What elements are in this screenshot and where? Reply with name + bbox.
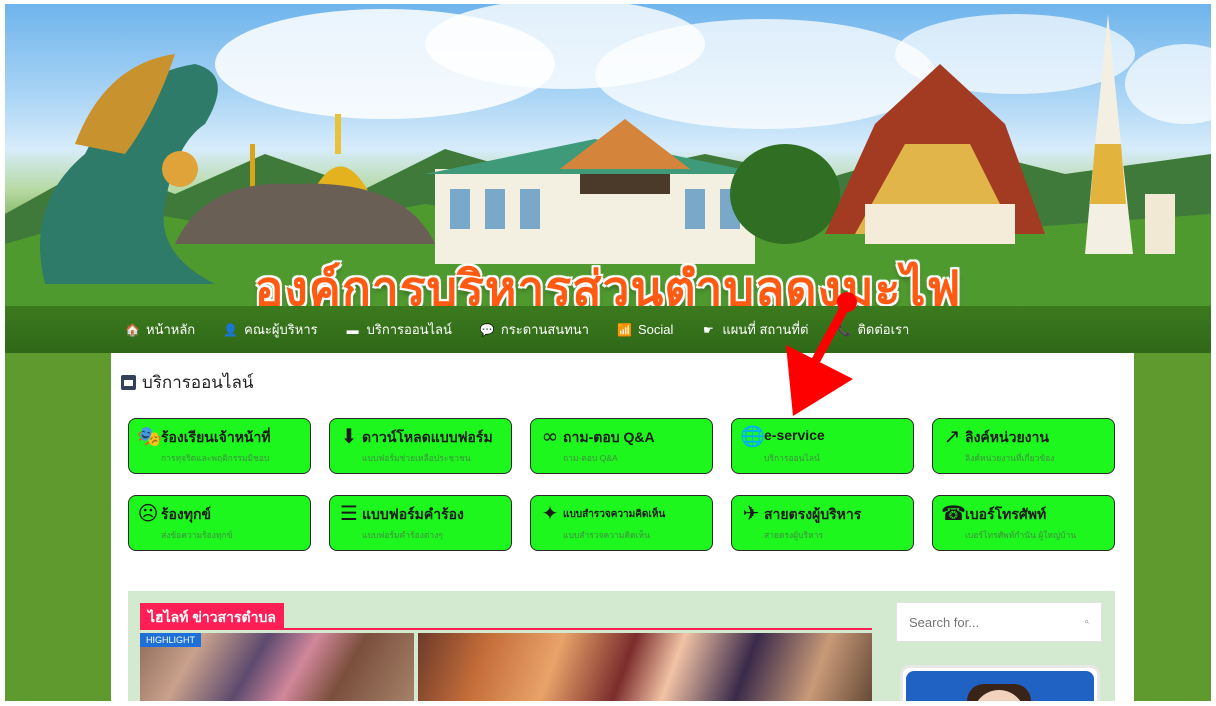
news-tab-underline xyxy=(140,628,872,630)
service-tile-download-forms[interactable]: ⬇ ดาวน์โหลดแบบฟอร์ม แบบฟอร์มช่วยเหลือประ… xyxy=(329,418,512,474)
list-icon: ☰ xyxy=(340,501,358,525)
tile-subtitle: ถาม-ตอบ Q&A xyxy=(563,453,618,463)
phone-square-icon: ☎ xyxy=(941,501,966,525)
news-photo-main[interactable] xyxy=(418,633,872,701)
tile-subtitle: แบบสำรวจความคิดเห็น xyxy=(563,530,650,540)
service-tile-grievance[interactable]: ☹ ร้องทุกข์ ส่งข้อความร้องทุกข์ xyxy=(128,495,311,551)
browser-viewport: องค์การบริหารส่วนตำบลดงมะไฟ 🏠 หน้าหลัก 👤… xyxy=(5,4,1211,701)
nav-item-social[interactable]: 📶 Social xyxy=(617,322,673,337)
rss-icon: 📶 xyxy=(616,322,632,337)
service-tile-qa[interactable]: ∞ ถาม-ตอบ Q&A ถาม-ตอบ Q&A xyxy=(530,418,713,474)
nav-item-label: Social xyxy=(637,322,674,337)
highlight-badge: HIGHLIGHT xyxy=(140,633,202,647)
calendar-check-icon xyxy=(121,375,136,390)
download-circle-icon: ⬇ xyxy=(340,424,358,448)
globe-icon: 🌐 xyxy=(740,424,765,448)
service-tile-agency-links[interactable]: ↗ ลิงค์หน่วยงาน ลิงค์หน่วยงานที่เกี่ยวข้… xyxy=(932,418,1115,474)
tile-title: ลิงค์หน่วยงาน xyxy=(965,429,1049,445)
search-icon[interactable] xyxy=(1085,615,1089,629)
tile-subtitle: แบบฟอร์มคำร้องต่างๆ xyxy=(362,530,443,540)
nav-item-label: แผนที่ สถานที่ต่ xyxy=(722,322,809,337)
nav-item-map[interactable]: ☛ แผนที่ สถานที่ต่ xyxy=(701,319,808,340)
tile-title: ถาม-ตอบ Q&A xyxy=(563,429,655,445)
tile-title: แบบฟอร์มคำร้อง xyxy=(362,506,464,522)
nav-item-home[interactable]: 🏠 หน้าหลัก xyxy=(125,319,195,340)
nav-item-executives[interactable]: 👤 คณะผู้บริหาร xyxy=(223,319,317,340)
nav-item-label: ติดต่อเรา xyxy=(857,322,910,337)
comments-icon: 💬 xyxy=(479,322,495,337)
service-tile-survey[interactable]: ✦ แบบสำรวจความคิดเห็น แบบสำรวจความคิดเห็… xyxy=(530,495,713,551)
paper-plane-icon: ✈ xyxy=(742,501,760,525)
window-icon: ▬ xyxy=(346,322,359,337)
home-icon: 🏠 xyxy=(125,322,140,337)
infinity-icon: ∞ xyxy=(541,424,559,448)
nav-item-contact[interactable]: 📞 ติดต่อเรา xyxy=(836,319,909,340)
sad-face-icon: ☹ xyxy=(137,501,159,525)
executive-profile-card[interactable] xyxy=(900,665,1100,701)
section-heading: บริการออนไลน์ xyxy=(121,369,254,396)
nav-item-label: บริการออนไลน์ xyxy=(366,322,452,337)
main-nav: 🏠 หน้าหลัก 👤 คณะผู้บริหาร ▬ บริการออนไลน… xyxy=(5,306,1211,353)
tile-title: ร้องเรียนเจ้าหน้าที่ xyxy=(161,429,271,445)
nav-item-label: กระดานสนทนา xyxy=(500,322,589,337)
service-tile-complaint-officer[interactable]: 🎭 ร้องเรียนเจ้าหน้าที่ การทุจริตและพฤติก… xyxy=(128,418,311,474)
tile-subtitle: บริการออนไลน์ xyxy=(764,453,820,463)
service-tile-executive-hotline[interactable]: ✈ สายตรงผู้บริหาร สายตรงผู้บริหาร xyxy=(731,495,914,551)
tile-subtitle: สายตรงผู้บริหาร xyxy=(764,530,824,540)
tile-title: แบบสำรวจความคิดเห็น xyxy=(563,509,666,520)
header-banner: องค์การบริหารส่วนตำบลดงมะไฟ xyxy=(5,4,1211,306)
nav-item-label: คณะผู้บริหาร xyxy=(244,322,318,337)
nav-item-forum[interactable]: 💬 กระดานสนทนา xyxy=(480,319,589,340)
main-content: บริการออนไลน์ 🎭 ร้องเรียนเจ้าหน้าที่ การ… xyxy=(111,353,1134,701)
tile-title: e-service xyxy=(764,427,825,443)
site-title: องค์การบริหารส่วนตำบลดงมะไฟ xyxy=(254,261,962,306)
nav-item-label: หน้าหลัก xyxy=(146,322,196,337)
tile-title: สายตรงผู้บริหาร xyxy=(764,506,862,522)
masks-icon: 🎭 xyxy=(137,424,162,448)
phone-icon: 📞 xyxy=(836,322,852,337)
external-link-icon: ↗ xyxy=(943,424,961,448)
tile-title: ร้องทุกข์ xyxy=(161,506,212,522)
tile-subtitle: ลิงค์หน่วยงานที่เกี่ยวข้อง xyxy=(965,453,1055,463)
news-section: ไฮไลท์ ข่าวสารตำบล HIGHLIGHT xyxy=(128,591,1115,701)
search-box xyxy=(896,602,1102,642)
tile-subtitle: ส่งข้อความร้องทุกข์ xyxy=(161,530,233,540)
service-tile-phone-numbers[interactable]: ☎ เบอร์โทรศัพท์ เบอร์โทรศัพท์กำนัน ผู้ให… xyxy=(932,495,1115,551)
tile-title: เบอร์โทรศัพท์ xyxy=(965,506,1047,522)
section-heading-text: บริการออนไลน์ xyxy=(142,373,254,392)
news-tab[interactable]: ไฮไลท์ ข่าวสารตำบล xyxy=(140,603,284,629)
map-icon: ☛ xyxy=(702,322,714,337)
user-icon: 👤 xyxy=(223,322,239,337)
search-input[interactable] xyxy=(909,614,1085,630)
service-tile-e-service[interactable]: 🌐 e-service บริการออนไลน์ xyxy=(731,418,914,474)
tile-subtitle: เบอร์โทรศัพท์กำนัน ผู้ใหญ่บ้าน xyxy=(965,530,1077,540)
tile-subtitle: การทุจริตและพฤติกรรมมิชอบ xyxy=(161,453,270,463)
nav-item-online-services[interactable]: ▬ บริการออนไลน์ xyxy=(346,319,452,340)
tile-title: ดาวน์โหลดแบบฟอร์ม xyxy=(362,429,493,445)
tile-subtitle: แบบฟอร์มช่วยเหลือประชาชน xyxy=(362,453,471,463)
service-tile-request-forms[interactable]: ☰ แบบฟอร์มคำร้อง แบบฟอร์มคำร้องต่างๆ xyxy=(329,495,512,551)
magic-wand-icon: ✦ xyxy=(541,501,559,525)
